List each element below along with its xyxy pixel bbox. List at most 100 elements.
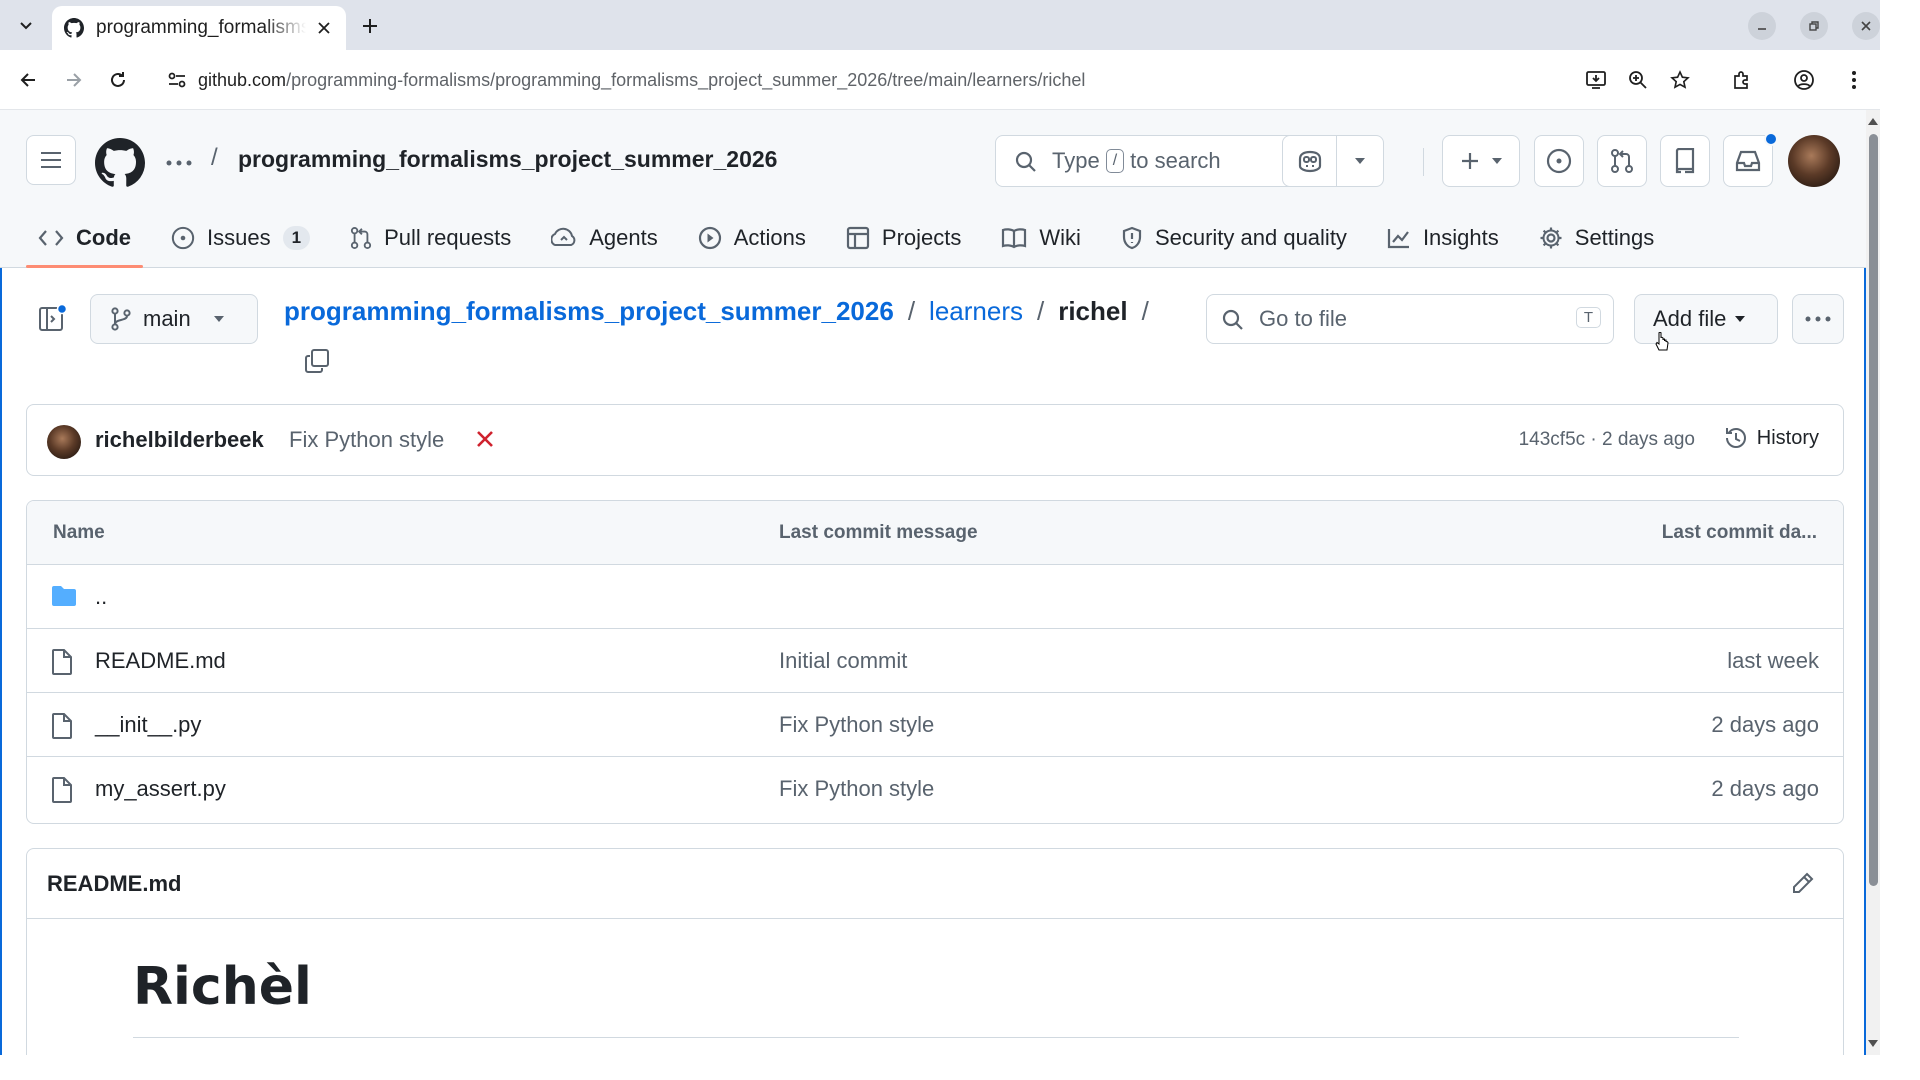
github-logo-icon[interactable] — [95, 138, 145, 188]
zoom-button[interactable] — [1624, 66, 1652, 94]
tab-settings[interactable]: Settings — [1527, 210, 1667, 266]
site-info-icon[interactable] — [166, 69, 188, 91]
restore-button[interactable] — [1800, 12, 1828, 40]
parent-directory-link[interactable]: .. — [95, 584, 107, 610]
table-row[interactable]: __init__.py Fix Python style 2 days ago — [27, 693, 1843, 757]
commit-author-link[interactable]: richelbilderbeek — [95, 427, 264, 453]
back-button[interactable] — [14, 66, 42, 94]
commit-date: 2 days ago — [1711, 776, 1819, 801]
pull-requests-button[interactable] — [1597, 135, 1647, 187]
reload-button[interactable] — [104, 66, 132, 94]
chevron-down-icon — [20, 22, 32, 30]
issues-button[interactable] — [1534, 135, 1584, 187]
tab-issues[interactable]: Issues 1 — [159, 210, 322, 266]
profile-button[interactable] — [1790, 66, 1818, 94]
close-icon — [318, 22, 330, 34]
ellipsis-icon — [166, 160, 192, 166]
org-ellipsis-button[interactable] — [166, 146, 192, 172]
history-button[interactable]: History — [1723, 425, 1819, 451]
file-icon — [52, 777, 72, 803]
tab-wiki[interactable]: Wiki — [989, 210, 1093, 266]
repositories-button[interactable] — [1660, 135, 1710, 187]
table-row[interactable]: README.md Initial commit last week — [27, 629, 1843, 693]
parent-directory-row[interactable]: .. — [27, 565, 1843, 629]
folder-icon — [52, 586, 76, 606]
extensions-button[interactable] — [1728, 66, 1756, 94]
git-branch-icon — [111, 307, 131, 331]
user-avatar[interactable] — [1788, 135, 1840, 187]
tab-actions[interactable]: Actions — [686, 210, 818, 266]
file-name-link[interactable]: README.md — [95, 648, 226, 674]
table-row[interactable]: my_assert.py Fix Python style 2 days ago — [27, 757, 1843, 821]
hamburger-icon — [41, 152, 61, 168]
copilot-dropdown-button[interactable] — [1337, 136, 1383, 186]
edit-readme-button[interactable] — [1791, 871, 1815, 900]
minimize-button[interactable] — [1748, 12, 1776, 40]
new-tab-button[interactable] — [356, 12, 384, 40]
commit-sha-and-time[interactable]: 143cf5c · 2 days ago — [1519, 429, 1695, 451]
browser-tab[interactable]: programming_formalisms_project_summer_20… — [52, 6, 346, 50]
install-app-button[interactable] — [1582, 66, 1610, 94]
scroll-up-arrow-icon[interactable] — [1868, 118, 1878, 125]
global-search-input[interactable]: Type / to search — [995, 135, 1307, 187]
menu-button[interactable] — [26, 135, 76, 185]
graph-icon — [1387, 229, 1409, 249]
bookmark-button[interactable] — [1666, 66, 1694, 94]
close-window-button[interactable] — [1852, 12, 1880, 40]
branch-selector[interactable]: main — [90, 294, 258, 344]
page-scrollbar[interactable] — [1866, 110, 1880, 1055]
tab-search-button[interactable] — [12, 12, 40, 40]
address-bar[interactable]: github.com/programming-formalisms/progra… — [152, 57, 1682, 103]
create-new-button[interactable] — [1442, 135, 1520, 187]
commit-message-link[interactable]: Fix Python style — [289, 427, 444, 453]
readme-header: README.md — [27, 849, 1843, 919]
go-to-file-placeholder: Go to file — [1259, 306, 1348, 331]
file-name-link[interactable]: my_assert.py — [95, 776, 226, 802]
commit-date: 2 days ago — [1711, 712, 1819, 737]
breadcrumb-folder-link[interactable]: learners — [929, 296, 1023, 327]
arrow-left-icon — [20, 73, 35, 87]
tab-pull-requests[interactable]: Pull requests — [338, 210, 523, 266]
breadcrumb-repo-link[interactable]: programming_formalisms_project_summer_20… — [284, 296, 894, 327]
notification-indicator — [1764, 132, 1778, 146]
file-tree-toggle-button[interactable] — [38, 303, 68, 339]
tab-security-and-quality[interactable]: Security and quality — [1109, 210, 1359, 266]
file-name-link[interactable]: __init__.py — [95, 712, 201, 738]
search-suffix: to search — [1130, 148, 1221, 173]
copilot-button[interactable] — [1283, 136, 1337, 186]
url-host: github.com — [198, 69, 287, 90]
latest-commit-box: richelbilderbeek Fix Python style 143cf5… — [26, 404, 1844, 476]
page-viewport: / programming_formalisms_project_summer_… — [0, 110, 1866, 1055]
repo-title-link[interactable]: programming_formalisms_project_summer_20… — [238, 146, 777, 173]
commit-message-link[interactable]: Fix Python style — [779, 776, 934, 802]
tab-agents[interactable]: Agents — [539, 210, 670, 266]
breadcrumb-current: richel — [1058, 296, 1128, 326]
file-icon — [52, 649, 72, 675]
go-to-file-input[interactable]: Go to file T — [1206, 294, 1614, 344]
tab-code[interactable]: Code — [26, 210, 143, 268]
profile-icon — [1794, 70, 1814, 90]
close-tab-button[interactable] — [312, 16, 336, 40]
github-favicon-icon — [64, 18, 84, 38]
add-file-label: Add file — [1653, 306, 1727, 331]
forward-button[interactable] — [60, 66, 88, 94]
search-prefix: Type — [1052, 148, 1100, 173]
commit-date: last week — [1727, 648, 1819, 673]
more-options-button[interactable] — [1792, 294, 1844, 344]
commit-status-button[interactable] — [475, 429, 495, 454]
file-icon — [52, 713, 72, 739]
scroll-down-arrow-icon[interactable] — [1868, 1040, 1878, 1047]
commit-author-avatar[interactable] — [47, 425, 81, 459]
agents-icon — [551, 227, 576, 246]
commit-message-link[interactable]: Initial commit — [779, 648, 907, 674]
browser-toolbar: github.com/programming-formalisms/progra… — [0, 50, 1880, 110]
browser-menu-button[interactable] — [1840, 66, 1868, 94]
readme-title[interactable]: README.md — [47, 871, 181, 897]
tab-insights[interactable]: Insights — [1375, 210, 1511, 266]
copy-path-button[interactable] — [304, 348, 330, 379]
tab-projects[interactable]: Projects — [834, 210, 973, 266]
scrollbar-thumb[interactable] — [1869, 134, 1878, 886]
commit-message-link[interactable]: Fix Python style — [779, 712, 934, 738]
close-icon — [1861, 21, 1871, 31]
column-header-message: Last commit message — [779, 522, 978, 543]
